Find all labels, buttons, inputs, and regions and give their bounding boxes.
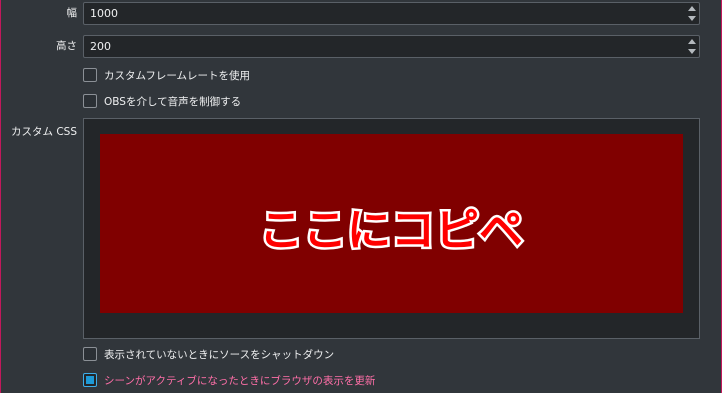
custom-framerate-checkbox[interactable]	[83, 68, 97, 82]
chevron-down-icon[interactable]	[688, 49, 696, 54]
width-spin-arrows[interactable]	[687, 4, 697, 23]
refresh-active-checkbox[interactable]	[83, 373, 97, 387]
width-value[interactable]: 1000	[90, 7, 118, 20]
shutdown-hidden-checkbox-row[interactable]: 表示されていないときにソースをシャットダウン	[83, 346, 334, 362]
obs-audio-checkbox[interactable]	[83, 94, 97, 108]
custom-css-editor[interactable]: ここにコピペ	[83, 118, 700, 339]
width-spinbox[interactable]: 1000	[83, 2, 700, 25]
pasted-image: ここにコピペ	[100, 134, 683, 313]
refresh-active-checkbox-row[interactable]: シーンがアクティブになったときにブラウザの表示を更新	[83, 372, 375, 388]
refresh-active-label[interactable]: シーンがアクティブになったときにブラウザの表示を更新	[104, 373, 375, 388]
obs-audio-checkbox-row[interactable]: OBSを介して音声を制御する	[83, 93, 241, 109]
custom-framerate-label[interactable]: カスタムフレームレートを使用	[104, 68, 250, 83]
height-value[interactable]: 200	[90, 40, 111, 53]
width-label: 幅	[66, 7, 78, 19]
window-edge-left	[0, 0, 1, 393]
height-spin-arrows[interactable]	[687, 37, 697, 56]
custom-framerate-checkbox-row[interactable]: カスタムフレームレートを使用	[83, 67, 250, 83]
chevron-up-icon[interactable]	[688, 6, 696, 11]
chevron-up-icon[interactable]	[688, 39, 696, 44]
shutdown-hidden-label[interactable]: 表示されていないときにソースをシャットダウン	[104, 347, 334, 362]
pasted-image-svg: ここにコピペ	[257, 203, 526, 259]
obs-audio-label[interactable]: OBSを介して音声を制御する	[104, 94, 241, 109]
height-label: 高さ	[56, 40, 77, 52]
chevron-down-icon[interactable]	[688, 16, 696, 21]
shutdown-hidden-checkbox[interactable]	[83, 347, 97, 361]
custom-css-label: カスタム CSS	[11, 126, 77, 138]
height-spinbox[interactable]: 200	[83, 35, 700, 58]
pasted-image-text: ここにコピペ	[259, 205, 523, 256]
